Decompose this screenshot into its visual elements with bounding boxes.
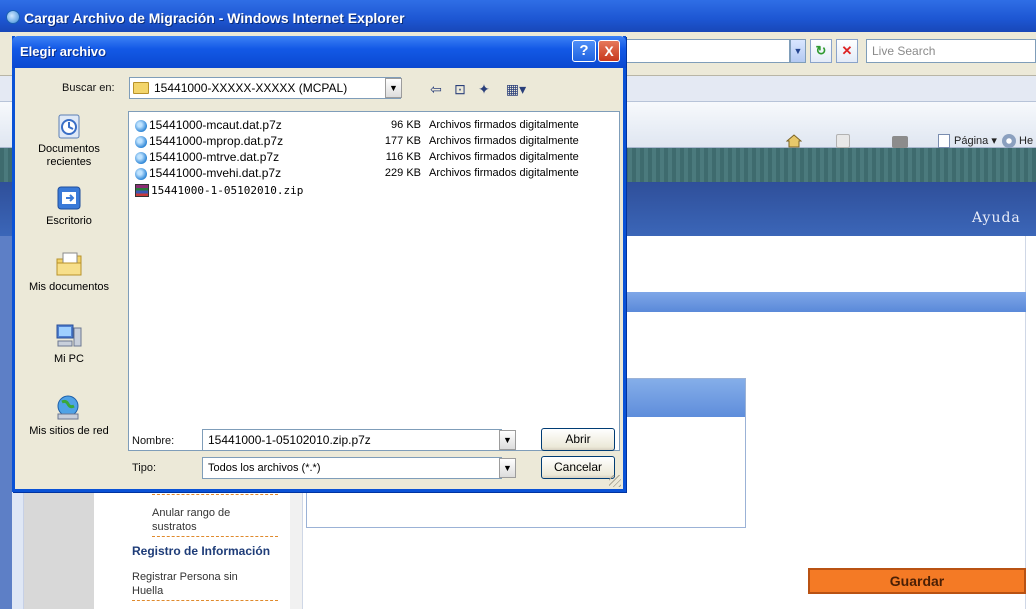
file-list[interactable]: 15441000-mcaut.dat.p7z 96 KB Archivos fi…	[128, 111, 620, 451]
place-network[interactable]: Mis sitios de red	[19, 394, 119, 438]
menu-item-anular-rango[interactable]: Anular rango de sustratos	[152, 506, 272, 534]
file-name: 15441000-mvehi.dat.p7z	[149, 166, 282, 180]
winrar-archive-icon	[135, 184, 149, 197]
file-name: 15441000-1-05102010.zip	[151, 184, 304, 197]
file-name: 15441000-mprop.dat.p7z	[149, 134, 284, 148]
ie-doc-icon	[135, 152, 147, 164]
file-size: 116 KB	[385, 151, 421, 163]
place-label: Mis documentos	[28, 281, 110, 293]
file-row[interactable]: 15441000-mtrve.dat.p7z 116 KB Archivos f…	[135, 150, 615, 166]
internet-explorer-icon	[6, 10, 20, 24]
back-arrow-icon[interactable]: ⇦	[427, 81, 445, 97]
page-icon[interactable]	[938, 134, 950, 148]
file-name: 15441000-mtrve.dat.p7z	[149, 150, 280, 164]
place-label: Mis sitios de red	[29, 425, 109, 437]
menu-divider	[152, 494, 278, 495]
save-button[interactable]: Guardar	[808, 568, 1026, 594]
dialog-close-button[interactable]: X	[598, 40, 620, 62]
stop-button[interactable]: ✕	[836, 39, 858, 63]
look-in-combo[interactable]: 15441000-XXXXX-XXXXX (MCPAL)	[129, 77, 401, 99]
filetype-label: Tipo:	[132, 462, 157, 474]
help-link[interactable]: Ayuda	[972, 210, 1021, 226]
my-computer-icon	[56, 324, 82, 347]
feed-icon[interactable]	[836, 134, 850, 148]
file-type: Archivos firmados digitalmente	[429, 119, 579, 131]
filename-input[interactable]: 15441000-1-05102010.zip.p7z	[202, 429, 502, 451]
tools-icon[interactable]	[1002, 134, 1016, 148]
places-bar: Documentos recientes Escritorio Mis docu…	[19, 106, 119, 446]
choose-file-dialog: Elegir archivo ? X Buscar en: 15441000-X…	[12, 36, 626, 492]
print-icon[interactable]	[892, 136, 908, 148]
filetype-select[interactable]: Todos los archivos (*.*)	[202, 457, 502, 479]
place-desktop[interactable]: Escritorio	[19, 184, 119, 228]
recent-documents-icon	[58, 114, 80, 139]
file-row[interactable]: 15441000-mvehi.dat.p7z 229 KB Archivos f…	[135, 166, 615, 182]
file-size: 177 KB	[384, 135, 421, 147]
place-my-computer[interactable]: Mi PC	[19, 322, 119, 366]
look-in-dropdown-button[interactable]: ▼	[385, 78, 402, 98]
ie-doc-icon	[135, 120, 147, 132]
file-type: Archivos firmados digitalmente	[429, 135, 579, 147]
network-places-icon	[57, 395, 79, 420]
ie-doc-icon	[135, 136, 147, 148]
place-my-documents[interactable]: Mis documentos	[19, 250, 119, 294]
dialog-title: Elegir archivo	[20, 44, 106, 59]
open-button[interactable]: Abrir	[541, 428, 615, 451]
up-folder-icon[interactable]: ⊡	[451, 81, 469, 97]
menu-item-registrar-persona[interactable]: Registrar Persona sin Huella	[132, 570, 262, 598]
cancel-button[interactable]: Cancelar	[541, 456, 615, 479]
file-size: 229 KB	[384, 167, 421, 179]
address-dropdown-button[interactable]: ▼	[790, 39, 806, 63]
file-row[interactable]: 15441000-mcaut.dat.p7z 96 KB Archivos fi…	[135, 118, 615, 134]
live-search-input[interactable]: Live Search	[866, 39, 1036, 63]
file-name: 15441000-mcaut.dat.p7z	[149, 118, 282, 132]
look-in-label: Buscar en:	[62, 82, 115, 94]
resize-grip[interactable]	[609, 475, 621, 487]
menu-divider	[132, 600, 278, 601]
place-label: Mi PC	[54, 353, 84, 365]
filetype-dropdown-button[interactable]: ▼	[499, 458, 516, 478]
look-in-value: 15441000-XXXXX-XXXXX (MCPAL)	[154, 81, 348, 95]
desktop-icon	[57, 186, 81, 210]
address-bar[interactable]	[620, 39, 790, 63]
ie-doc-icon	[135, 168, 147, 180]
place-label: Documentos recientes	[38, 143, 100, 168]
file-row[interactable]: 15441000-mprop.dat.p7z 177 KB Archivos f…	[135, 134, 615, 150]
place-recent-documents[interactable]: Documentos recientes	[19, 112, 119, 169]
left-rail	[0, 236, 12, 609]
filename-dropdown-button[interactable]: ▼	[499, 430, 516, 450]
file-type: Archivos firmados digitalmente	[429, 151, 579, 163]
my-documents-icon	[56, 252, 82, 276]
refresh-button[interactable]: ↻	[810, 39, 832, 63]
place-label: Escritorio	[46, 215, 92, 227]
folder-icon	[133, 82, 149, 94]
new-folder-icon[interactable]: ✦	[475, 81, 493, 97]
home-icon[interactable]	[786, 134, 802, 148]
view-menu-icon[interactable]: ▦▾	[501, 81, 531, 97]
browser-title: Cargar Archivo de Migración - Windows In…	[24, 10, 405, 26]
menu-section-heading: Registro de Información	[132, 544, 271, 558]
file-row[interactable]: 15441000-1-05102010.zip	[135, 183, 615, 199]
menu-divider	[152, 536, 278, 537]
dialog-titlebar: Elegir archivo ? X	[12, 36, 626, 68]
browser-titlebar: Cargar Archivo de Migración - Windows In…	[0, 0, 1036, 32]
dialog-help-button[interactable]: ?	[572, 40, 596, 62]
file-type: Archivos firmados digitalmente	[429, 167, 579, 179]
filename-label: Nombre:	[132, 435, 175, 447]
page-menu-label: Página	[954, 135, 989, 147]
file-size: 96 KB	[391, 119, 421, 131]
